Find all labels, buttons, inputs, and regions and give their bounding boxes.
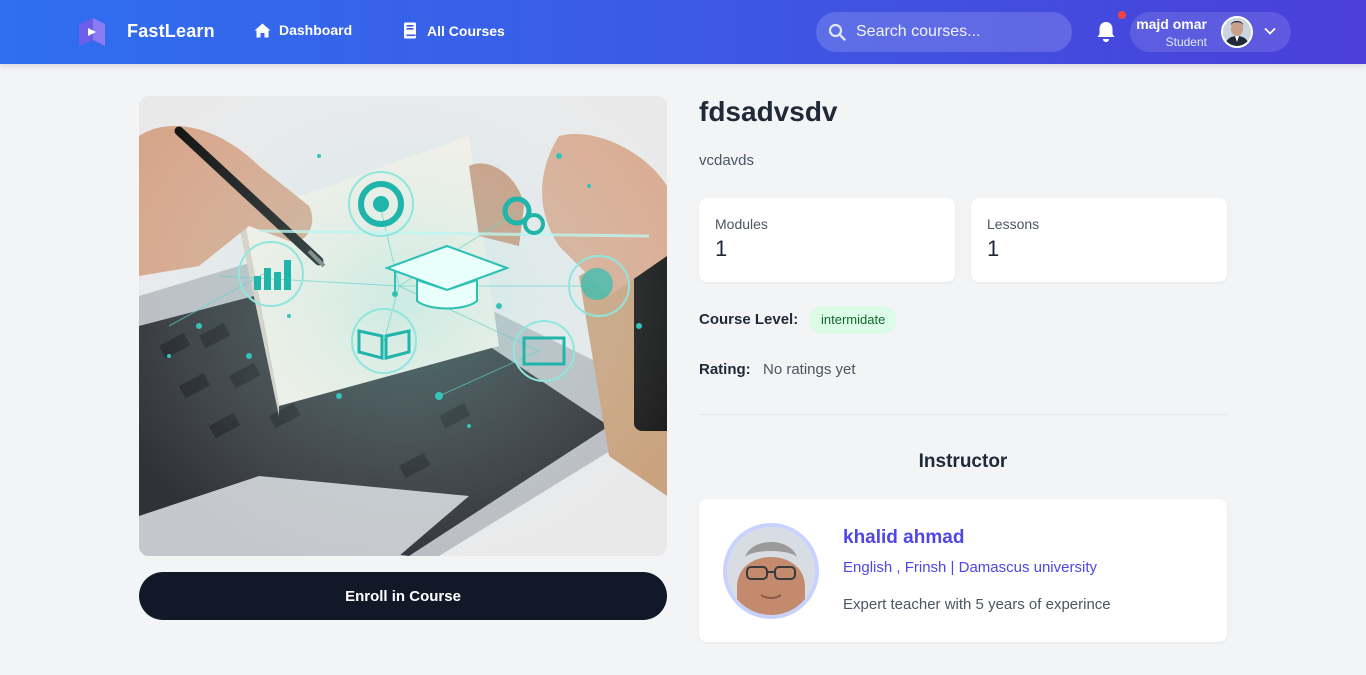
instructor-photo: [727, 527, 815, 615]
section-divider: [699, 414, 1227, 415]
course-illustration: [139, 96, 667, 556]
modules-stat-card: Modules 1: [699, 198, 955, 282]
nav-all-courses-label: All Courses: [427, 22, 505, 39]
nav-dashboard-label: Dashboard: [279, 22, 353, 38]
modules-label: Modules: [715, 216, 768, 232]
chevron-down-icon[interactable]: [1264, 25, 1276, 37]
rating-label: Rating:: [699, 361, 751, 378]
search-box: [816, 12, 1072, 52]
lessons-count: 1: [987, 236, 1000, 261]
course-level-badge: intermidate: [809, 306, 898, 334]
instructor-avatar: [723, 523, 819, 619]
book-icon: [404, 22, 416, 39]
instructor-subtitle: English , Frinsh | Damascus university: [843, 559, 1097, 576]
top-navbar: FastLearn Dashboard All Courses majd oma…: [0, 0, 1366, 64]
user-name: majd omar: [1136, 16, 1207, 32]
course-description: vcdavds: [699, 152, 755, 169]
enroll-button[interactable]: Enroll in Course: [139, 572, 667, 620]
user-photo: [1223, 18, 1251, 46]
rating-value: No ratings yet: [763, 361, 856, 378]
course-level-label: Course Level:: [699, 311, 799, 328]
search-input[interactable]: [856, 23, 1056, 41]
instructor-heading: Instructor: [918, 451, 1008, 472]
notification-bell-icon[interactable]: [1096, 21, 1116, 43]
nav-all-courses[interactable]: All Courses: [403, 22, 505, 39]
nav-dashboard[interactable]: Dashboard: [254, 22, 352, 38]
modules-count: 1: [715, 236, 728, 261]
lessons-stat-card: Lessons 1: [971, 198, 1227, 282]
course-title: fdsadvsdv: [699, 96, 838, 127]
lessons-label: Lessons: [987, 216, 1040, 232]
user-avatar[interactable]: [1221, 16, 1253, 48]
home-icon: [254, 23, 271, 37]
instructor-card: khalid ahmad English , Frinsh | Damascus…: [699, 499, 1227, 642]
instructor-bio: Expert teacher with 5 years of experince: [843, 596, 1111, 613]
notification-dot: [1118, 11, 1126, 19]
user-menu[interactable]: majd omar Student: [1130, 12, 1291, 52]
user-role: Student: [1165, 35, 1207, 49]
search-icon: [828, 23, 846, 41]
course-cover-image: [139, 96, 667, 556]
instructor-name[interactable]: khalid ahmad: [843, 527, 964, 549]
brand-name[interactable]: FastLearn: [127, 21, 215, 42]
fastlearn-logo-icon[interactable]: [75, 16, 107, 48]
